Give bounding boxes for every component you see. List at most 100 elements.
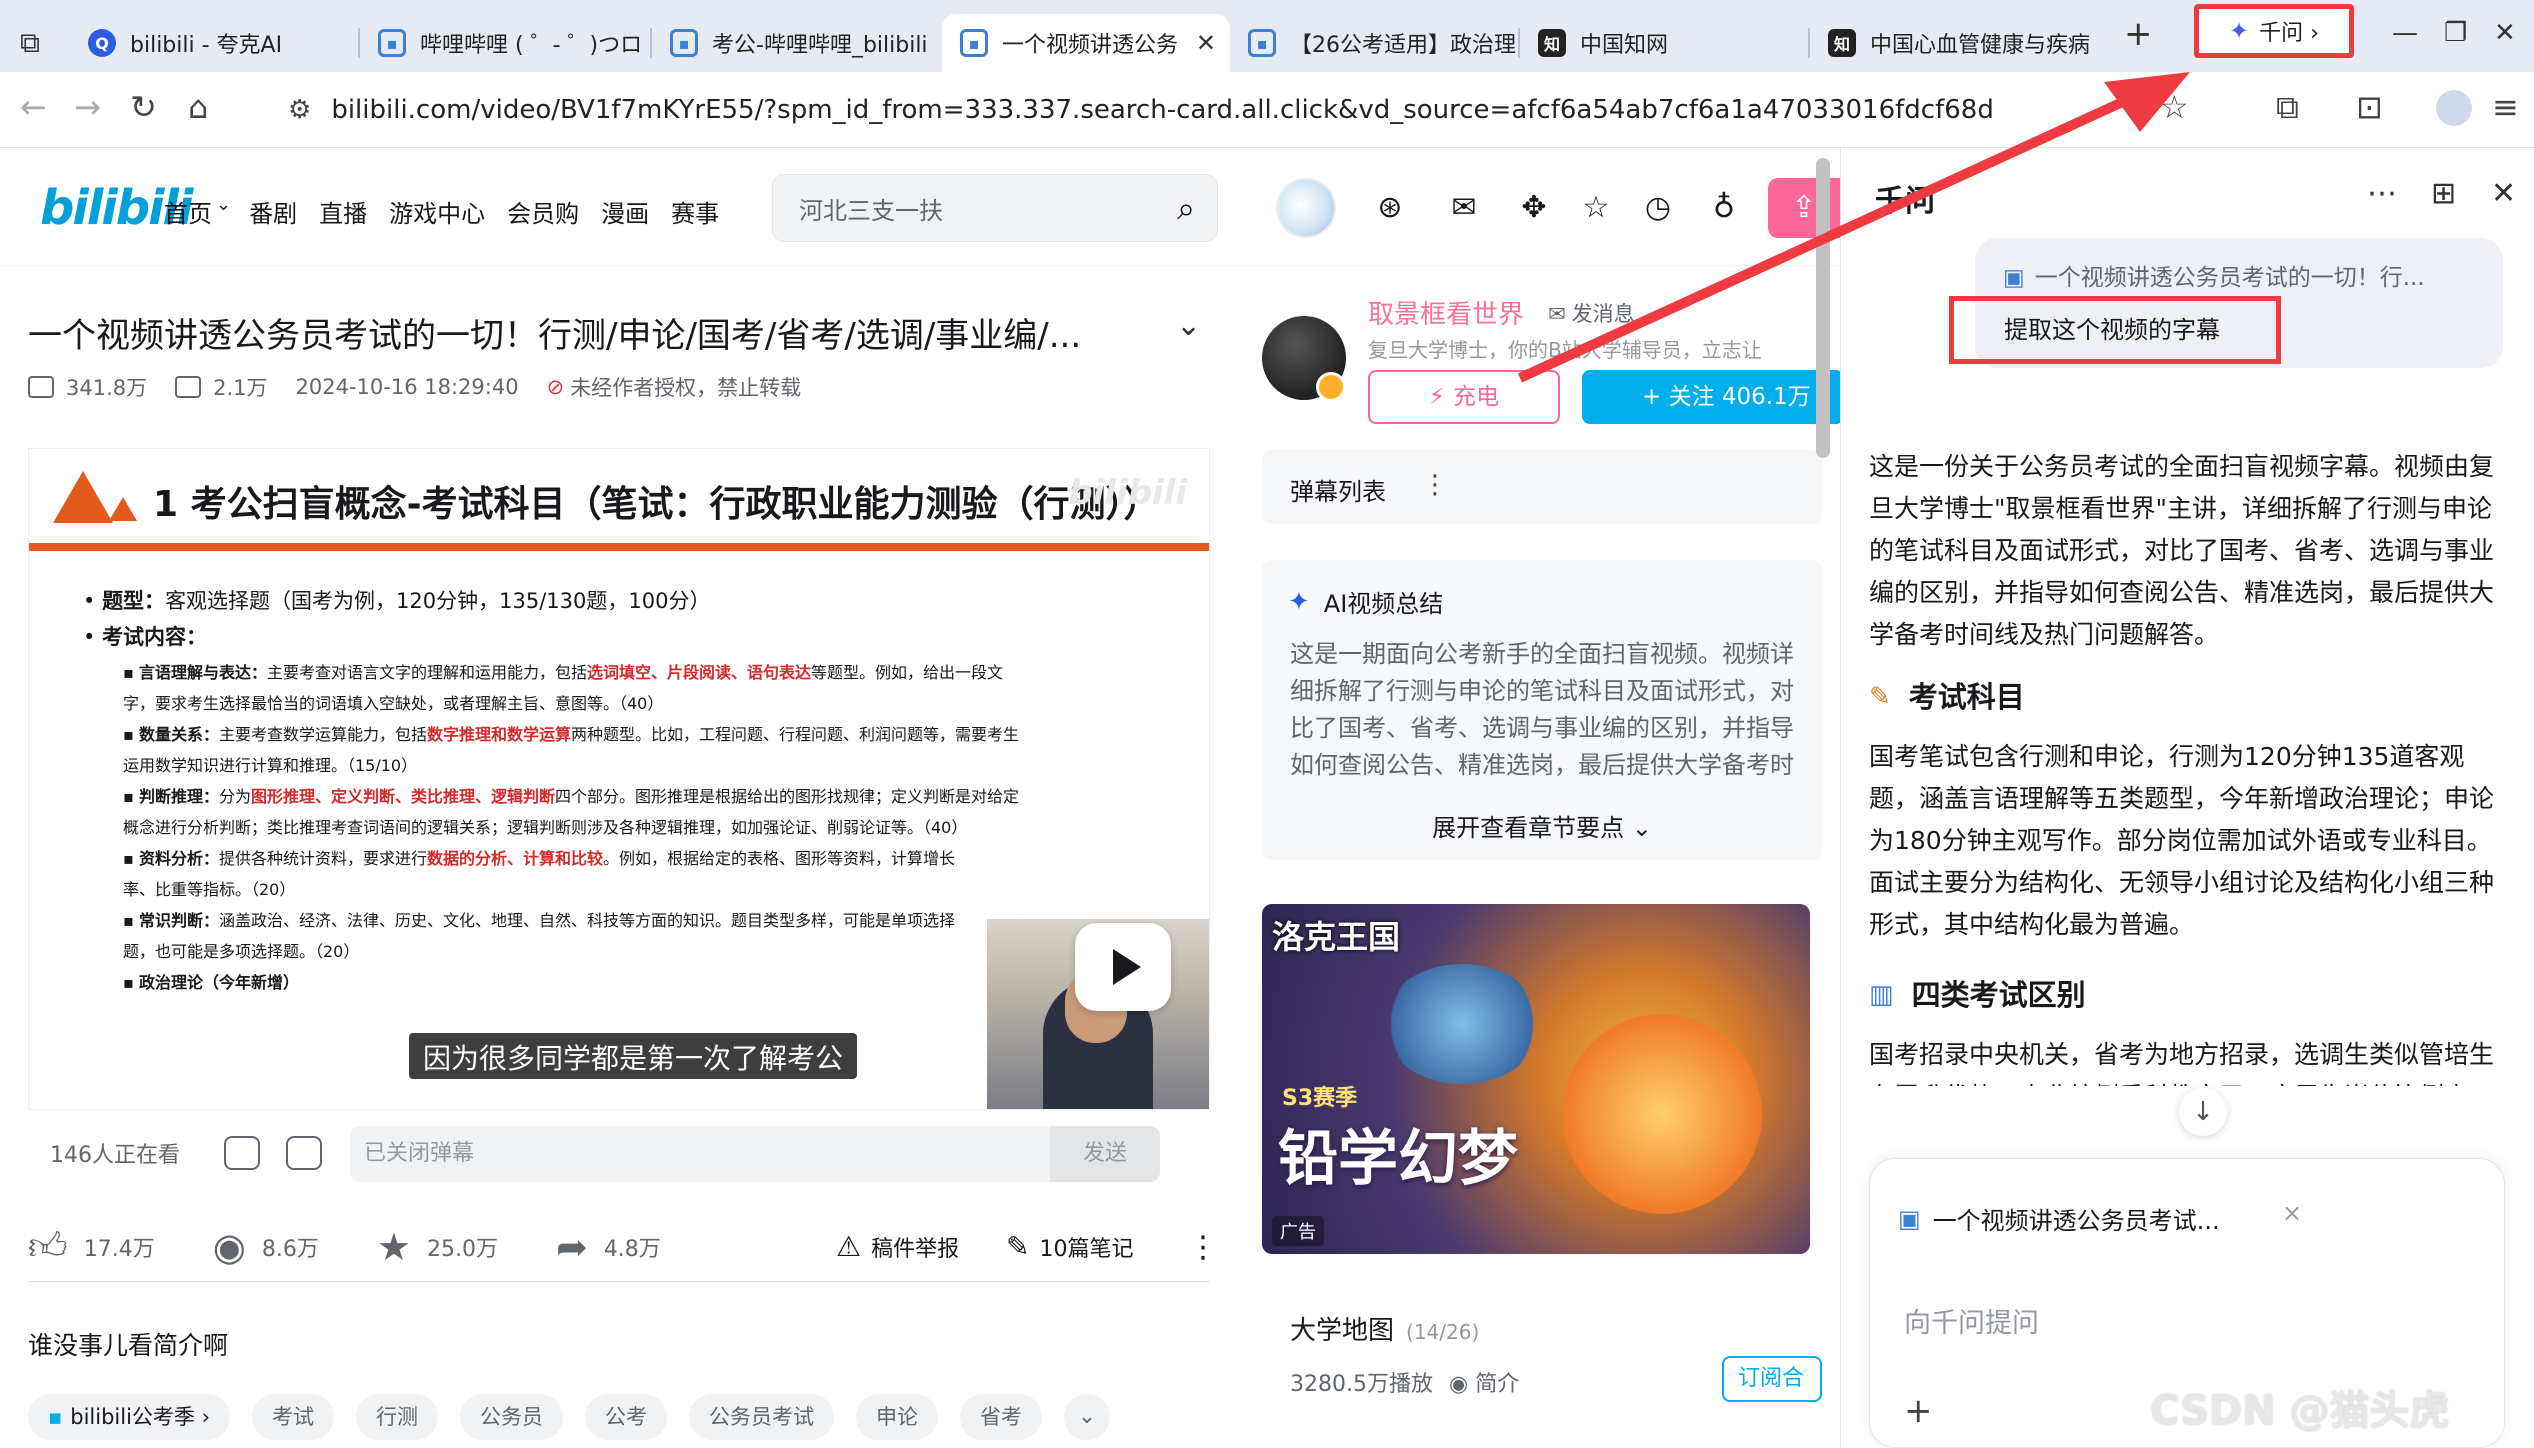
new-chat-icon[interactable]: ⊞ [2431, 176, 2456, 211]
remove-attachment-icon[interactable]: × [2282, 1199, 2302, 1227]
cnki-icon: 知 [1538, 29, 1566, 57]
play-button-icon[interactable] [1075, 923, 1171, 1011]
message-icon[interactable]: ✉ [1446, 190, 1482, 226]
extensions-icon[interactable]: ⧉ [2276, 88, 2299, 127]
new-tab-icon[interactable]: + [2124, 14, 2153, 54]
tag-item[interactable]: ▪ bilibili公考季 › [28, 1394, 230, 1440]
tab-quark-ai[interactable]: Q bilibili - 夸克AI [70, 14, 360, 72]
tab-kaogong[interactable]: ▪ 考公-哔哩哔哩_bilibili [652, 14, 942, 72]
expand-title-icon[interactable]: ⌄ [1176, 308, 1201, 343]
tab-politics[interactable]: ▪ 【26公考适用】政治理 [1230, 14, 1520, 72]
section-heading: ✎ 考试科目 [1869, 676, 2509, 718]
profile-avatar-icon[interactable] [2436, 90, 2472, 126]
danmaku-count: 2.1万 [175, 372, 268, 402]
reload-icon[interactable]: ↻ [130, 88, 157, 126]
back-icon[interactable]: ← [20, 88, 47, 126]
follow-button[interactable]: + 关注 406.1万 [1582, 370, 1844, 424]
notes-label: 10篇笔记 [1039, 1236, 1134, 1262]
menu-icon[interactable]: ≡ [2492, 88, 2519, 126]
share-arrow-icon: ➦ [555, 1224, 588, 1269]
danmaku-toggle-icon[interactable] [224, 1136, 260, 1170]
more-options-icon[interactable]: ⋮ [1188, 1230, 1218, 1265]
share-button[interactable]: ➦ 4.8万 [556, 1225, 661, 1269]
slide-header: 1 考公扫盲概念-考试科目（笔试：行政职业能力测验（行测）） bilibili [29, 449, 1209, 551]
video-player[interactable]: 1 考公扫盲概念-考试科目（笔试：行政职业能力测验（行测）） bilibili … [28, 448, 1210, 1110]
nav-game[interactable]: 游戏中心 [389, 194, 485, 229]
uploader-name[interactable]: 取景框看世界 [1368, 294, 1524, 331]
home-icon[interactable]: ⌂ [188, 88, 208, 126]
close-tab-icon[interactable]: ✕ [1196, 29, 1216, 57]
viewer-count: 146人正在看 [50, 1143, 180, 1168]
notes-button[interactable]: ✎ 10篇笔记 [1006, 1230, 1133, 1263]
minimize-icon[interactable]: — [2392, 18, 2418, 48]
danmaku-list-panel[interactable]: 弹幕列表 ⋮ [1262, 450, 1822, 524]
charge-button[interactable]: ⚡ 充电 [1368, 370, 1560, 424]
nav-esports[interactable]: 赛事 [671, 194, 719, 229]
history-icon[interactable]: ◷ [1640, 190, 1676, 226]
playlist-intro-link[interactable]: 简介 [1475, 1372, 1519, 1397]
add-attachment-icon[interactable]: + [1904, 1391, 1933, 1431]
close-panel-icon[interactable]: ✕ [2491, 176, 2516, 211]
tab-cardio[interactable]: 知 中国心血管健康与疾病 [1810, 14, 2100, 72]
tags-expand-icon[interactable]: ⌄ [1063, 1394, 1110, 1440]
tag-item[interactable]: 公考 [584, 1394, 667, 1440]
nav-manga[interactable]: 漫画 [601, 194, 649, 229]
tag-item[interactable]: 考试 [251, 1394, 334, 1440]
address-bar[interactable]: ⚙ bilibili.com/video/BV1f7mKYrE55/?spm_i… [288, 82, 2188, 138]
user-avatar[interactable] [1276, 178, 1336, 238]
qianwen-logo-icon: ✦ [2229, 17, 2250, 45]
scroll-down-icon[interactable]: ↓ [2179, 1088, 2227, 1136]
danmaku-settings-icon[interactable] [286, 1136, 322, 1170]
nav-anime[interactable]: 番剧 [249, 194, 297, 229]
playlist-title[interactable]: 大学地图 (14/26) [1290, 1310, 1479, 1347]
coin-button[interactable]: ◉ 8.6万 [213, 1225, 319, 1269]
screenshot-icon[interactable]: ⊡ [2356, 88, 2383, 126]
share-count: 4.8万 [603, 1236, 661, 1262]
expand-chapters-button[interactable]: 展开查看章节要点 ⌄ [1262, 808, 1822, 843]
favorite-icon[interactable]: ☆ [1578, 190, 1614, 226]
bookmark-star-icon[interactable]: ☆ [2160, 88, 2189, 126]
tab-cnki[interactable]: 知 中国知网 [1520, 14, 1810, 72]
tag-item[interactable]: 申论 [855, 1394, 938, 1440]
quark-ai-icon: Q [88, 29, 116, 57]
slide-item-text: 涵盖政治、经济、法律、历史、文化、地理、自然、科技等方面的知识。题目类型多样，可… [123, 911, 955, 961]
subscribe-collection-button[interactable]: 订阅合 [1722, 1356, 1822, 1402]
danmaku-send-button[interactable]: 发送 [1050, 1126, 1160, 1182]
qianwen-ask-button[interactable]: ✦ 千问 › [2194, 4, 2354, 58]
report-button[interactable]: ⚠ 稿件举报 [836, 1230, 959, 1263]
favorite-button[interactable]: ★ 25.0万 [377, 1225, 498, 1269]
nav-mall[interactable]: 会员购 [507, 194, 579, 229]
tab-bilibili-home[interactable]: ▪ 哔哩哔哩 ( ゜- ゜)つロ [360, 14, 652, 72]
tag-item[interactable]: 公务员 [459, 1394, 563, 1440]
vip-icon[interactable]: ⊛ [1372, 190, 1408, 226]
slide-item-text: 主要考查数学运算能力，包括 [218, 725, 427, 744]
creation-icon[interactable]: ♁ [1706, 190, 1742, 226]
dynamic-icon[interactable]: ✥ [1516, 190, 1552, 226]
lightning-icon: ⚡ [1428, 384, 1446, 410]
tag-item[interactable]: 公务员考试 [688, 1394, 834, 1440]
attached-video-chip[interactable]: ▣ 一个视频讲透公务员考试... [1898, 1201, 2220, 1236]
search-icon[interactable]: ⌕ [1177, 189, 1195, 228]
page-scrollbar[interactable] [1816, 158, 1830, 458]
nav-live[interactable]: 直播 [319, 194, 367, 229]
restore-icon[interactable]: ❐ [2444, 18, 2467, 48]
search-input[interactable]: 河北三支一扶 ⌕ [772, 174, 1218, 242]
tab-current-video[interactable]: ▪ 一个视频讲透公务 ✕ [942, 14, 1230, 72]
tag-item[interactable]: 行测 [355, 1394, 438, 1440]
slide-item-label: 数量关系： [138, 725, 219, 744]
site-settings-icon[interactable]: ⚙ [288, 95, 311, 125]
game-ad-banner[interactable]: 洛克王国 S3赛季 铅学幻梦 广告 [1262, 904, 1810, 1254]
more-icon[interactable]: ⋮ [1422, 470, 1448, 500]
tag-item[interactable]: 省考 [959, 1394, 1042, 1440]
nav-home[interactable]: 首页 [164, 194, 212, 229]
video-subtitle: 因为很多同学都是第一次了解考公 [409, 1033, 858, 1079]
more-options-icon[interactable]: ⋯ [2367, 176, 2397, 211]
bilibili-tv-icon: ▪ [670, 29, 698, 57]
send-message-link[interactable]: ✉ 发消息 [1548, 298, 1635, 328]
close-window-icon[interactable]: ✕ [2494, 18, 2516, 48]
like-button[interactable]: 👍︎ 17.4万 [28, 1224, 155, 1270]
referenced-video[interactable]: ▣ 一个视频讲透公务员考试的一切！行... [2003, 258, 2483, 292]
forward-icon[interactable]: → [74, 88, 101, 126]
tab-search-icon[interactable]: ⧉ [0, 14, 70, 72]
danmaku-input[interactable]: 已关闭弹幕 发送 [350, 1126, 1160, 1182]
